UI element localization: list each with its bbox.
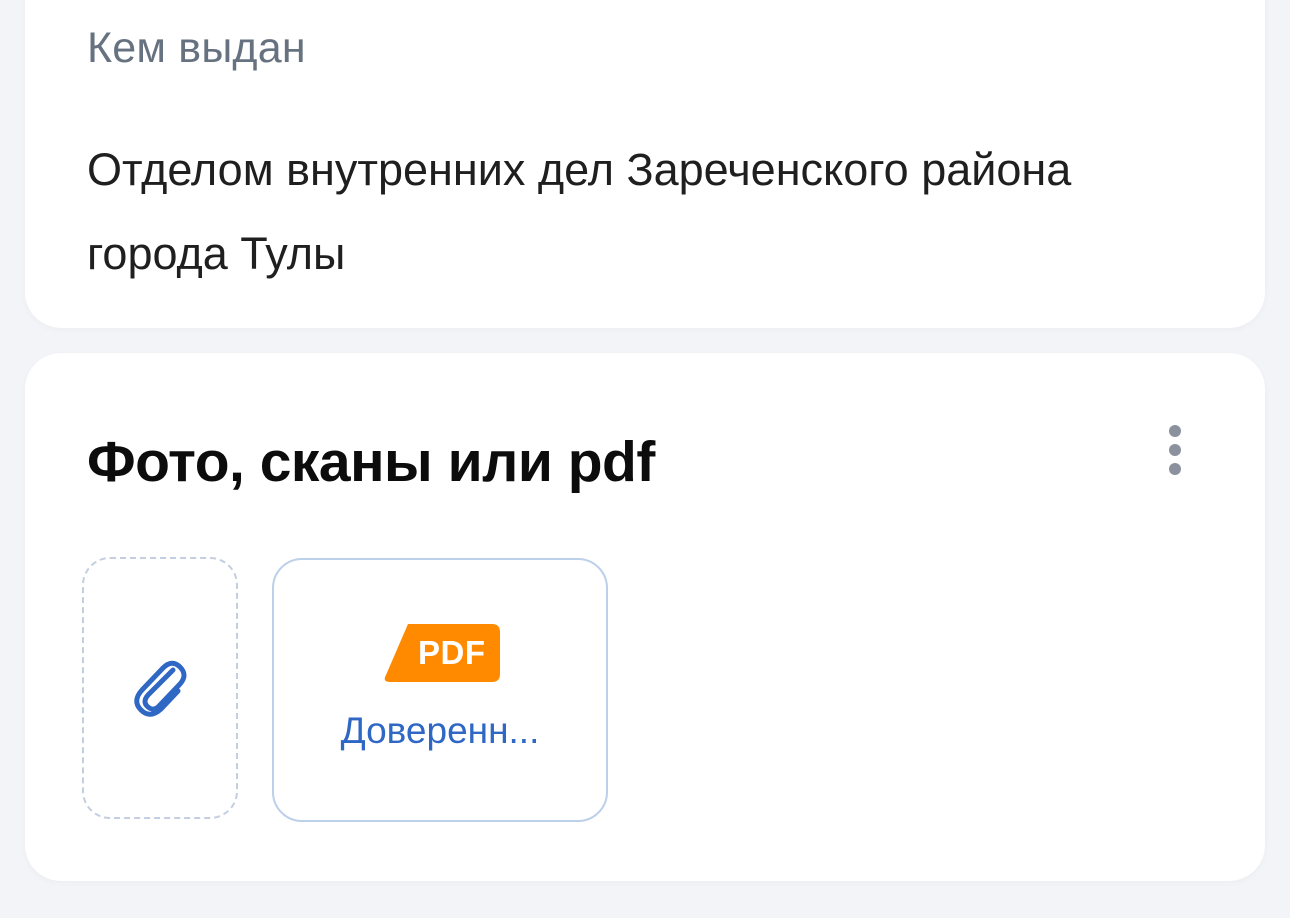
attachment-file-tile[interactable]: PDF Доверенн... <box>272 558 608 822</box>
issued-by-value: Отделом внутренних дел Зареченского райо… <box>87 144 1072 279</box>
attachment-file-name: Доверенн... <box>340 710 540 751</box>
add-attachment-button[interactable] <box>82 557 238 819</box>
issued-by-label: Кем выдан <box>87 24 306 72</box>
more-vertical-icon <box>1169 425 1181 437</box>
more-vertical-icon-dot <box>1169 463 1181 475</box>
paperclip-icon <box>128 650 192 727</box>
issued-by-card: Кем выдан Отделом внутренних дел Заречен… <box>25 0 1265 328</box>
pdf-file-icon: PDF <box>380 622 502 684</box>
more-options-button[interactable] <box>1155 415 1195 485</box>
attachments-title: Фото, сканы или pdf <box>87 430 655 494</box>
attachments-card: Фото, сканы или pdf PDF Доверенн... <box>25 353 1265 881</box>
pdf-badge-label: PDF <box>418 634 486 671</box>
more-vertical-icon-dot <box>1169 444 1181 456</box>
